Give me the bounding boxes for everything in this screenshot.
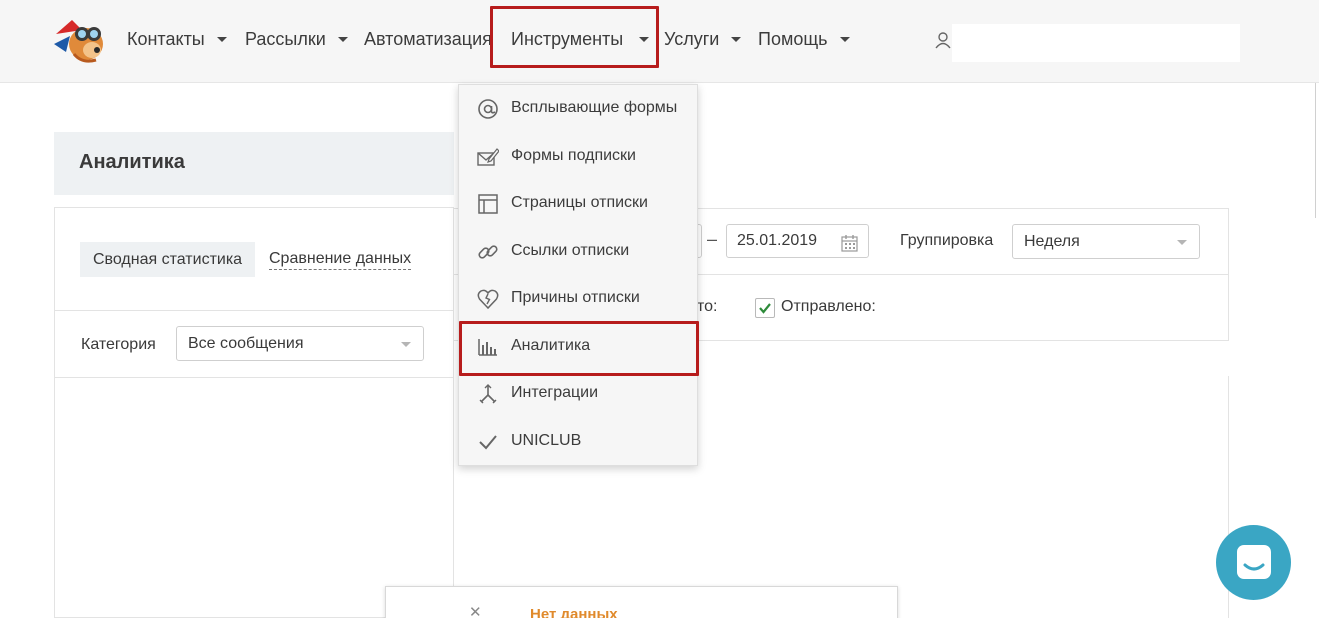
menu-item-label: Ссылки отписки [511,242,630,259]
page-title: Аналитика [79,151,185,173]
nav-mailings[interactable]: Рассылки [245,27,348,51]
menu-item-label: Причины отписки [511,289,640,306]
integration-icon [477,383,499,405]
highlight-analytics-box [459,321,699,376]
date-end-field[interactable]: 25.01.2019 [726,224,869,258]
menu-item-subscription-forms[interactable]: Формы подписки [459,133,699,180]
category-label: Категория [81,336,156,353]
dot-icon: · [441,611,445,618]
menu-item-label: Формы подписки [511,147,636,164]
chevron-down-icon [216,36,227,42]
sent-label: Отправлено: [781,298,876,315]
menu-item-integrations[interactable]: Интеграции [459,370,699,417]
chevron-down-icon [337,36,348,42]
nav-help[interactable]: Помощь [758,27,850,51]
menu-item-unsubscribe-reasons[interactable]: Причины отписки [459,275,699,322]
nav-automation-label: Автоматизация [364,28,492,49]
chevron-down-icon [1177,239,1187,245]
no-data-notice: · ✕ Нет данных [385,586,898,618]
grouping-value: Неделя [1024,232,1080,250]
grouping-label: Группировка [900,232,994,249]
menu-item-label: UNICLUB [511,432,582,449]
scrollbar[interactable] [1315,83,1316,218]
date-end-value: 25.01.2019 [737,232,818,249]
nav-services[interactable]: Услуги [664,27,742,51]
chat-icon [1237,545,1271,579]
menu-item-unsubscribe-pages[interactable]: Страницы отписки [459,180,699,227]
section-header: Аналитика [54,132,454,195]
window-icon [477,193,499,215]
search-input[interactable] [952,24,1240,62]
broken-heart-icon [477,288,499,310]
category-select[interactable]: Все сообщения [176,326,424,361]
nav-mailings-label: Рассылки [245,28,326,49]
category-row: Категория Все сообщения [55,311,453,378]
check-icon [477,431,499,453]
logo[interactable] [52,14,112,66]
menu-item-uniclub[interactable]: UNICLUB [459,418,699,465]
close-icon[interactable]: ✕ [469,603,482,618]
nav-services-label: Услуги [664,28,720,49]
calendar-icon[interactable] [841,232,858,252]
date-separator: – [707,229,718,249]
tabs-row: Сводная статистика Сравнение данных [55,208,453,311]
highlight-tools-box [490,6,659,68]
at-icon [477,98,499,120]
top-navbar: Контакты Рассылки Автоматизация Инструме… [0,0,1319,83]
chevron-down-icon [401,341,411,347]
tools-dropdown-menu: Всплывающие формы Формы подписки Страниц… [458,84,698,466]
nav-contacts-label: Контакты [127,28,205,49]
sent-checkbox[interactable] [755,298,775,318]
menu-item-label: Всплывающие формы [511,99,678,116]
chat-button[interactable] [1216,525,1291,600]
link-icon [477,241,499,263]
menu-item-unsubscribe-links[interactable]: Ссылки отписки [459,228,699,275]
left-panel: Сводная статистика Сравнение данных Кате… [54,207,454,618]
tab-summary[interactable]: Сводная статистика [80,242,256,277]
category-value: Все сообщения [188,334,304,352]
nav-automation[interactable]: Автоматизация [364,27,492,51]
menu-item-label: Интеграции [511,384,599,401]
chevron-down-icon [839,36,850,42]
envelope-pen-icon [477,146,499,168]
check-icon [759,303,771,314]
no-data-message: Нет данных [530,606,618,618]
menu-item-popup-forms[interactable]: Всплывающие формы [459,85,699,132]
nav-contacts[interactable]: Контакты [127,27,227,51]
partial-label: то: [697,298,718,315]
user-icon[interactable] [934,31,952,49]
menu-item-label: Страницы отписки [511,194,648,211]
grouping-select[interactable]: Неделя [1012,224,1200,259]
nav-help-label: Помощь [758,28,828,49]
tab-compare[interactable]: Сравнение данных [269,249,412,270]
chevron-down-icon [731,36,742,42]
